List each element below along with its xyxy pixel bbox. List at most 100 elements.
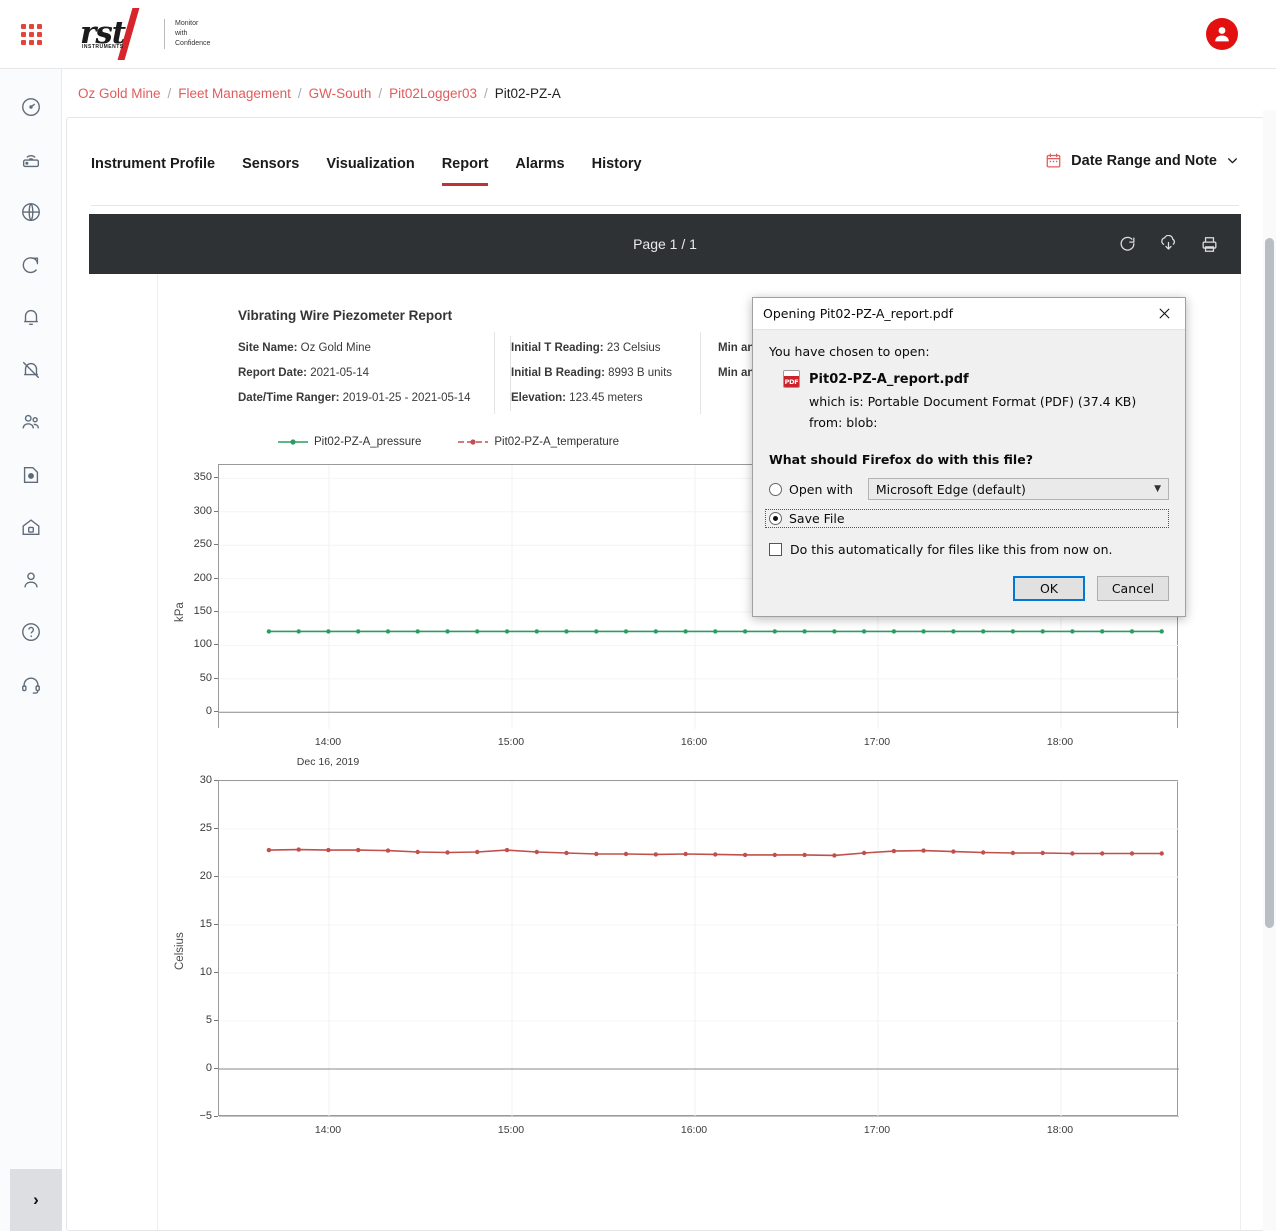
pdf-page-indicator: Page 1 / 1 <box>633 236 697 252</box>
headset-support-icon <box>21 677 40 694</box>
close-x-glyph <box>1159 308 1169 319</box>
chart-temperature: Celsius −5 0 5 10 15 20 25 30 14:00 15:00 16:00 17… <box>158 770 1242 1136</box>
legend-swatch-pressure <box>278 439 308 445</box>
breadcrumb-item-1[interactable]: Fleet Management <box>178 86 291 101</box>
dialog-buttons: OK Cancel <box>1013 576 1169 601</box>
legend-label-temperature: Pit02-PZ-A_temperature <box>494 436 620 448</box>
page-scrollbar-track[interactable] <box>1263 110 1276 1231</box>
date-range-and-note-button[interactable]: Date Range and Note <box>1045 152 1239 169</box>
report-field-value: 8993 B units <box>608 367 673 379</box>
chart-y-tick-label: 350 <box>193 471 212 484</box>
chevron-down-icon: ▼ <box>1154 484 1161 494</box>
report-field-key: Initial T Reading: <box>511 342 604 354</box>
chart-y-tick-mark <box>214 1116 218 1117</box>
tab-visualization[interactable]: Visualization <box>326 150 414 185</box>
close-icon[interactable] <box>1143 298 1185 330</box>
chart-x-tick-label: 17:00 <box>863 736 891 748</box>
tab-report[interactable]: Report <box>441 150 488 186</box>
report-title: Vibrating Wire Piezometer Report <box>238 308 453 323</box>
date-range-label: Date Range and Note <box>1071 152 1217 169</box>
sidebar-item-loggers[interactable] <box>0 134 62 187</box>
dialog-save-file-row[interactable]: Save File <box>765 509 1169 528</box>
top-header-bar: rst INSTRUMENTS Monitor with Confidence <box>0 0 1276 69</box>
home-signal-icon <box>22 519 39 536</box>
dialog-from-key: from: <box>809 415 843 430</box>
report-field: Site Name: Oz Gold Mine <box>238 336 498 361</box>
left-nav-rail: › <box>0 69 62 1231</box>
tab-instrument-profile[interactable]: Instrument Profile <box>91 150 215 185</box>
sidebar-item-sites[interactable] <box>0 501 62 554</box>
chart-temperature-ylabel: Celsius <box>174 932 186 970</box>
report-field-key: Elevation: <box>511 392 566 404</box>
page-scrollbar-thumb[interactable] <box>1265 238 1274 928</box>
sidebar-item-alarms-muted[interactable] <box>0 344 62 397</box>
ok-button[interactable]: OK <box>1013 576 1085 601</box>
user-avatar-icon[interactable] <box>1206 18 1238 50</box>
pdf-viewer-toolbar: Page 1 / 1 <box>89 214 1241 274</box>
chart-x-tick-label: 18:00 <box>1046 1124 1074 1136</box>
chart-y-tick-label: 15 <box>199 918 212 930</box>
pdf-file-icon <box>783 370 800 388</box>
open-with-select[interactable]: Microsoft Edge (default) ▼ <box>867 478 1169 500</box>
sidebar-item-dashboard[interactable] <box>0 81 62 134</box>
grid-apps-icon <box>20 23 42 45</box>
chevron-down-icon <box>1228 158 1237 164</box>
legend-label-pressure: Pit02-PZ-A_pressure <box>314 436 422 448</box>
legend-item-pressure: Pit02-PZ-A_pressure <box>278 436 421 448</box>
sidebar-item-network[interactable] <box>0 186 62 239</box>
open-with-label: Open with <box>789 481 853 497</box>
tab-bar: Instrument Profile Sensors Visualization… <box>91 150 1239 206</box>
refresh-sync-icon <box>22 256 38 273</box>
sidebar-item-sync[interactable] <box>0 239 62 292</box>
report-field-value: 2019-01-25 - 2021-05-14 <box>342 392 471 404</box>
open-with-radio[interactable] <box>769 482 782 496</box>
chart-y-tick-label: 200 <box>193 571 212 584</box>
breadcrumb-item-0[interactable]: Oz Gold Mine <box>78 86 161 101</box>
sidebar-item-account[interactable] <box>0 554 62 607</box>
chart-y-tick-label: 250 <box>193 538 212 551</box>
chart-x-tick-label: 16:00 <box>680 736 708 748</box>
breadcrumb-separator: / <box>378 85 383 101</box>
report-field-value: 123.45 meters <box>569 392 643 404</box>
sidebar-item-help[interactable] <box>0 606 62 659</box>
brand-logo[interactable]: rst INSTRUMENTS Monitor with Confidence <box>80 0 210 69</box>
bell-icon <box>23 310 38 326</box>
print-icon[interactable] <box>1200 235 1219 254</box>
main-content-card: Instrument Profile Sensors Visualization… <box>66 117 1264 1231</box>
logo-tagline-line2: with <box>175 30 188 37</box>
legend-item-temperature: Pit02-PZ-A_temperature <box>458 436 619 448</box>
breadcrumb-separator: / <box>297 85 302 101</box>
breadcrumb-separator: / <box>484 85 488 101</box>
logo-tagline: Monitor with Confidence <box>164 19 210 49</box>
chart-temperature-canvas <box>219 781 1179 1117</box>
dialog-auto-row[interactable]: Do this automatically for files like thi… <box>769 542 1169 557</box>
chart-legend: Pit02-PZ-A_pressure Pit02-PZ-A_temperatu… <box>278 436 619 448</box>
tab-alarms[interactable]: Alarms <box>515 150 564 185</box>
dialog-from-row: from: blob: <box>809 415 1169 430</box>
chart-x-tick-label: 18:00 <box>1046 736 1074 748</box>
dialog-open-with-row[interactable]: Open with Microsoft Edge (default) ▼ <box>769 478 1169 500</box>
download-icon[interactable] <box>1159 234 1178 254</box>
logo-tagline-line3: Confidence <box>175 40 211 47</box>
cancel-button[interactable]: Cancel <box>1097 576 1169 601</box>
apps-grid-icon[interactable] <box>0 0 62 69</box>
do-this-automatically-checkbox[interactable] <box>769 543 782 556</box>
report-field: Date/Time Ranger: 2019-01-25 - 2021-05-1… <box>238 386 498 411</box>
chart-y-tick-label: 5 <box>205 1014 212 1026</box>
save-file-radio[interactable] <box>769 512 782 525</box>
users-group-icon <box>22 415 39 429</box>
sidebar-item-support[interactable] <box>0 659 62 712</box>
breadcrumb-item-3[interactable]: Pit02Logger03 <box>389 86 477 101</box>
report-field-value: 2021-05-14 <box>310 367 370 379</box>
rail-expand-button[interactable]: › <box>10 1169 62 1231</box>
rotate-icon[interactable] <box>1118 235 1137 254</box>
tab-history[interactable]: History <box>592 150 642 185</box>
dashboard-gauge-icon <box>21 98 40 117</box>
sidebar-item-reports[interactable] <box>0 449 62 502</box>
avatar-person-glyph <box>1215 27 1229 42</box>
breadcrumb-item-2[interactable]: GW-South <box>309 86 372 101</box>
breadcrumb-separator: / <box>167 85 172 101</box>
tab-sensors[interactable]: Sensors <box>242 150 299 185</box>
sidebar-item-alarms[interactable] <box>0 291 62 344</box>
sidebar-item-groups[interactable] <box>0 396 62 449</box>
